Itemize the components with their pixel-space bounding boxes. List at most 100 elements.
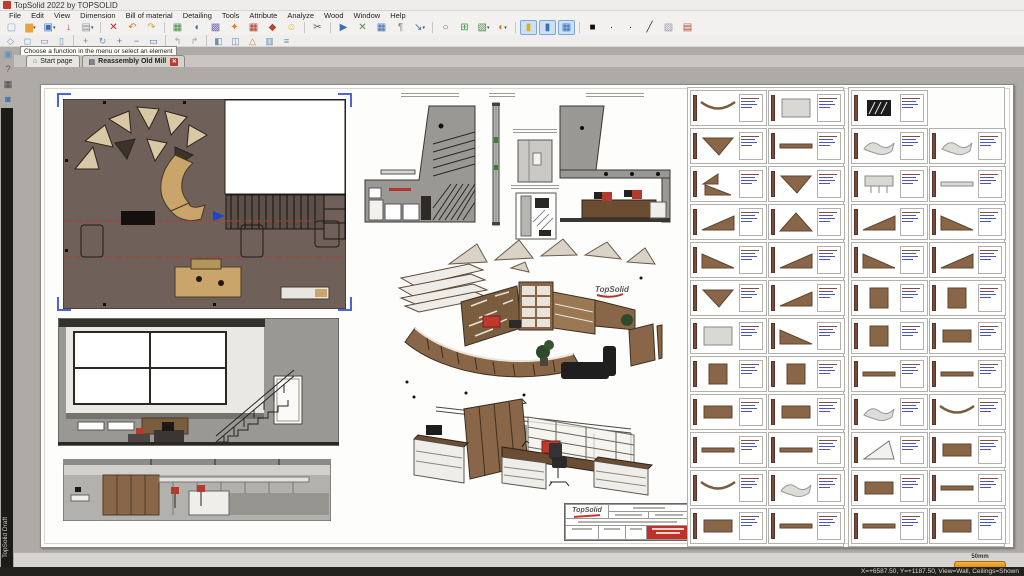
cut-icon[interactable]: ✂ — [309, 20, 326, 35]
next-view-icon[interactable]: ↱ — [187, 34, 202, 47]
part-cell[interactable] — [690, 280, 767, 316]
part-cell[interactable] — [768, 394, 845, 430]
detail-view-2[interactable] — [515, 192, 557, 240]
part-cell[interactable] — [690, 242, 767, 278]
annotation-icon[interactable]: ¶ — [392, 20, 409, 35]
part-cell[interactable] — [851, 318, 928, 354]
zoom-icon[interactable]: ○ — [437, 20, 454, 35]
open-file-icon[interactable]: ▆▾ — [22, 20, 39, 35]
print-icon[interactable]: ▤▾ — [79, 20, 96, 35]
part-cell[interactable] — [690, 356, 767, 392]
frame-icon[interactable]: ▩ — [207, 20, 224, 35]
menu-edit[interactable]: Edit — [26, 11, 49, 20]
pattern-icon[interactable]: ▦ — [245, 20, 262, 35]
point-style2-icon[interactable]: · — [622, 20, 639, 35]
detail-view-1[interactable] — [517, 139, 553, 183]
part-cell[interactable] — [851, 166, 928, 202]
dropdown-caret-icon[interactable]: ▾ — [504, 23, 507, 33]
part-cell[interactable] — [768, 356, 845, 392]
part-cell[interactable] — [768, 128, 845, 164]
section-view-icon[interactable]: ▥ — [262, 34, 277, 47]
perspective-icon[interactable]: △ — [245, 34, 260, 47]
part-cell[interactable] — [768, 242, 845, 278]
part-cell[interactable] — [851, 394, 928, 430]
view-config-icon[interactable]: ≡ — [279, 34, 294, 47]
shaded-view-icon[interactable]: ◧ — [211, 34, 226, 47]
part-cell[interactable] — [690, 394, 767, 430]
front-elevation-view[interactable] — [63, 459, 331, 521]
constraint-icon[interactable]: ◆ — [264, 20, 281, 35]
part-cell[interactable] — [851, 128, 928, 164]
point-style-icon[interactable]: · — [603, 20, 620, 35]
sketch-icon[interactable]: ▦ — [169, 20, 186, 35]
part-cell[interactable] — [851, 470, 928, 506]
import-icon[interactable]: ↓ — [60, 20, 77, 35]
menu-help[interactable]: Help — [385, 11, 410, 20]
part-cell[interactable] — [851, 356, 928, 392]
undo-icon[interactable]: ↶ — [124, 20, 141, 35]
wizard-icon[interactable]: ▣ — [1, 47, 16, 60]
dimension-icon[interactable]: ↘▾ — [411, 20, 428, 35]
part-cell[interactable] — [768, 90, 845, 126]
part-cell[interactable] — [768, 204, 845, 240]
machining-icon[interactable]: ✦ — [226, 20, 243, 35]
panel-vertical-icon[interactable]: ▮ — [520, 20, 537, 35]
part-cell[interactable] — [851, 242, 928, 278]
drafting-sheet[interactable]: TopSolid — [40, 84, 1014, 548]
part-cell[interactable] — [929, 470, 1006, 506]
part-cell[interactable] — [851, 508, 928, 544]
part-cell[interactable] — [768, 508, 845, 544]
part-cell[interactable] — [929, 432, 1006, 468]
part-cell[interactable] — [929, 242, 1006, 278]
dropdown-caret-icon[interactable]: ▾ — [33, 23, 36, 33]
measure-icon[interactable]: ✕ — [354, 20, 371, 35]
tab-start-page[interactable]: ⌂ Start page — [26, 55, 80, 67]
menu-attribute[interactable]: Attribute — [244, 11, 282, 20]
dropdown-caret-icon[interactable]: ▾ — [422, 23, 425, 33]
part-cell[interactable] — [690, 166, 767, 202]
section-b-view[interactable] — [554, 104, 674, 226]
menu-tools[interactable]: Tools — [217, 11, 245, 20]
dropdown-caret-icon[interactable]: ▾ — [53, 23, 56, 33]
part-cell[interactable] — [690, 318, 767, 354]
select-icon[interactable]: ▶ — [335, 20, 352, 35]
menu-file[interactable]: File — [4, 11, 26, 20]
part-cell[interactable] — [929, 356, 1006, 392]
mezzanine-elevation-view[interactable] — [58, 318, 339, 446]
menu-dimension[interactable]: Dimension — [75, 11, 120, 20]
part-cell[interactable] — [690, 90, 767, 126]
part-cell[interactable] — [768, 318, 845, 354]
save-icon[interactable]: ▣▾ — [41, 20, 58, 35]
part-cell[interactable] — [690, 128, 767, 164]
section-a-view[interactable] — [361, 104, 479, 226]
materials-icon[interactable]: ◐▾ — [494, 20, 511, 35]
part-cell[interactable] — [768, 280, 845, 316]
new-file-icon[interactable]: ▢ — [3, 20, 20, 35]
layer-icon[interactable]: ▤ — [679, 20, 696, 35]
part-cell[interactable] — [929, 318, 1006, 354]
menu-detailing[interactable]: Detailing — [178, 11, 217, 20]
hatch-style-icon[interactable]: ▨ — [660, 20, 677, 35]
menu-window[interactable]: Window — [349, 11, 386, 20]
menu-analyze[interactable]: Analyze — [282, 11, 319, 20]
delete-icon[interactable]: ✕ — [105, 20, 122, 35]
part-cell[interactable] — [929, 204, 1006, 240]
part-cell[interactable] — [690, 470, 767, 506]
part-cell[interactable] — [929, 128, 1006, 164]
menu-wood[interactable]: Wood — [319, 11, 348, 20]
panel-vertical2-icon[interactable]: ▮ — [539, 20, 556, 35]
part-cell[interactable] — [929, 508, 1006, 544]
dropdown-caret-icon[interactable]: ▾ — [91, 23, 94, 33]
part-cell[interactable] — [768, 432, 845, 468]
zoom-fit-icon[interactable]: ⊞ — [456, 20, 473, 35]
part-cell[interactable] — [851, 432, 928, 468]
dropdown-caret-icon[interactable]: ▾ — [487, 23, 490, 33]
desk-3d-view[interactable] — [406, 391, 661, 503]
part-cell[interactable] — [690, 432, 767, 468]
menu-view[interactable]: View — [49, 11, 75, 20]
part-cell[interactable] — [929, 394, 1006, 430]
panel-grid-icon[interactable]: ▦ — [558, 20, 575, 35]
grid-edit-icon[interactable]: ▦ — [373, 20, 390, 35]
surface-icon[interactable]: ◖ — [188, 20, 205, 35]
part-cell[interactable] — [690, 204, 767, 240]
